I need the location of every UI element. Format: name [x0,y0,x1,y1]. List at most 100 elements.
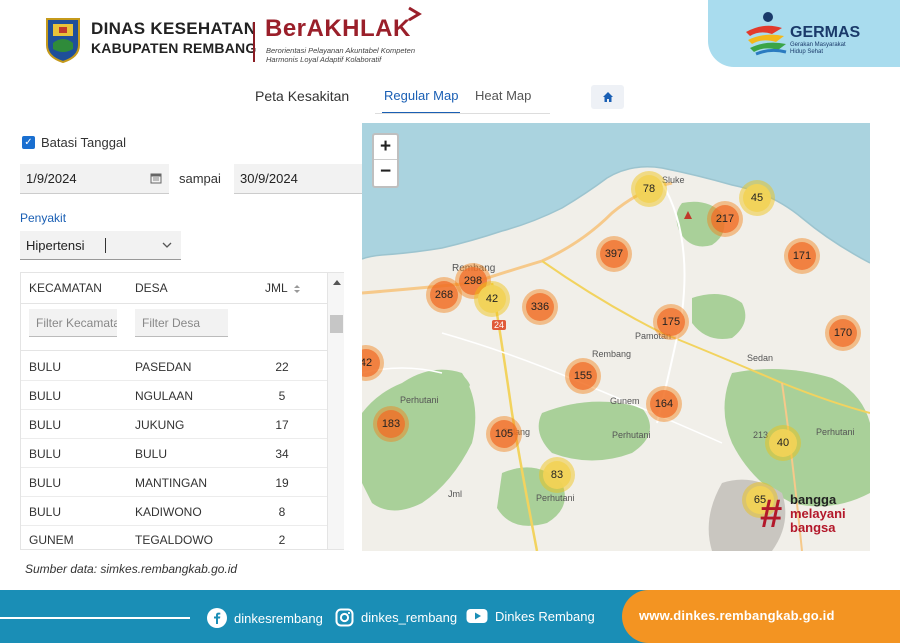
filter-desa-input[interactable]: Filter Desa [135,309,228,337]
date-limit-row[interactable]: ✓ Batasi Tanggal [22,135,126,150]
place-label: Perhutani [536,493,575,503]
map-cluster-marker[interactable]: 40 [765,425,801,461]
cluster-count: 175 [657,308,685,336]
cell-kecamatan: BULU [29,389,62,403]
org-name-line2: KABUPATEN REMBANG [91,40,257,56]
sort-icon[interactable] [293,284,301,294]
org-name-line1: DINAS KESEHATAN [91,19,257,38]
date-to-value: 30/9/2024 [240,171,298,186]
penyakit-select[interactable]: Hipertensi [20,231,181,260]
zoom-in-button[interactable]: + [374,135,397,160]
map-cluster-marker[interactable]: 45 [739,180,775,216]
date-limit-checkbox[interactable]: ✓ [22,136,35,149]
table-scrollbar[interactable] [327,273,344,549]
cell-jml: 34 [275,447,289,461]
tab-regular-map[interactable]: Regular Map [382,84,461,114]
germas-logo-icon [746,12,787,56]
cluster-count: 171 [788,242,816,270]
map-cluster-marker[interactable]: 217 [707,201,743,237]
footer-divider-line [0,617,190,619]
instagram-icon [335,608,354,627]
data-source-note: Sumber data: simkes.rembangkab.go.id [25,562,238,576]
home-button[interactable] [591,85,624,109]
map-cluster-marker[interactable]: 175 [653,304,689,340]
map-cluster-marker[interactable]: 83 [539,457,575,493]
scroll-thumb[interactable] [330,315,343,333]
date-to-input[interactable]: 30/9/2024 [234,164,362,194]
map-cluster-marker[interactable]: 155 [565,358,601,394]
column-header-kecamatan[interactable]: KECAMATAN [29,273,102,303]
map-cluster-marker[interactable]: 171 [784,238,820,274]
berakhlak-tagline-2: Harmonis Loyal Adaptif Kolaboratif [266,55,382,64]
place-label: Jml [448,489,462,499]
penyakit-label: Penyakit [20,211,67,225]
table-row[interactable]: BULU JUKUNG 17 [21,410,327,439]
map-cluster-marker[interactable]: 42 [474,281,510,317]
place-label: Perhutani [816,427,855,437]
map-cluster-marker[interactable]: 183 [373,406,409,442]
cluster-count: 336 [526,293,554,321]
date-from-value: 1/9/2024 [26,171,77,186]
cell-desa: MANTINGAN [135,476,207,490]
place-label: Gunem [610,396,640,406]
youtube-link[interactable]: Dinkes Rembang [466,608,595,624]
map-cluster-marker[interactable]: 164 [646,386,682,422]
column-header-jml-label: JML [265,281,288,295]
cell-desa: JUKUNG [135,418,185,432]
map-cluster-marker[interactable]: 268 [426,277,462,313]
facebook-icon [207,608,227,628]
regular-map[interactable]: Sluke Rembang Pamotan Sedan Rembang Sula… [362,123,870,551]
table-row[interactable]: BULU MANTINGAN 19 [21,468,327,497]
calendar-icon[interactable] [150,172,162,184]
cell-jml: 5 [278,389,286,403]
facebook-link[interactable]: dinkesrembang [207,608,323,628]
map-cluster-marker[interactable]: 170 [825,315,861,351]
cell-desa: PASEDAN [135,360,192,374]
youtube-icon [466,609,488,623]
tab-heat-map[interactable]: Heat Map [475,84,531,114]
bangga-melayani-bangsa-logo: # bangga melayani bangsa [760,491,865,541]
table-row[interactable]: BULU PASEDAN 22 [21,352,327,381]
cluster-count: 105 [490,420,518,448]
youtube-channel: Dinkes Rembang [495,608,595,624]
cluster-count: 45 [743,184,771,212]
map-cluster-marker[interactable]: 78 [631,171,667,207]
page: DINAS KESEHATAN KABUPATEN REMBANG BerAKH… [0,0,900,643]
bangga-line3: bangsa [790,520,836,535]
website-url-link[interactable]: www.dinkes.rembangkab.go.id [639,608,835,623]
cell-jml: 17 [275,418,289,432]
cell-jml: 19 [275,476,289,490]
scroll-up-arrow-icon[interactable] [333,280,341,285]
cluster-count: 217 [711,205,739,233]
cell-desa: NGULAAN [135,389,194,403]
map-base-layer [362,123,870,551]
cluster-count: 268 [430,281,458,309]
column-header-desa[interactable]: DESA [135,273,168,303]
table-row[interactable]: BULU BULU 34 [21,439,327,468]
cluster-count: 164 [650,390,678,418]
cell-desa: BULU [135,447,168,461]
map-cluster-marker[interactable]: 397 [596,236,632,272]
cell-desa: TEGALDOWO [135,533,214,547]
place-label: Rembang [592,349,632,359]
date-from-input[interactable]: 1/9/2024 [20,164,169,194]
cluster-count: 78 [635,175,663,203]
date-range-separator: sampai [179,171,221,186]
date-limit-label: Batasi Tanggal [41,135,127,150]
berakhlak-tagline-1: Berorientasi Pelayanan Akuntabel Kompete… [266,46,415,55]
map-cluster-marker[interactable]: 336 [522,289,558,325]
filter-divider-line [21,350,327,351]
cell-jml: 2 [278,533,286,547]
table-row[interactable]: BULU KADIWONO 8 [21,497,327,526]
cell-kecamatan: BULU [29,447,62,461]
cell-kecamatan: BULU [29,476,62,490]
bangga-line2: melayani [790,506,846,521]
facebook-handle: dinkesrembang [234,610,323,626]
filter-kecamatan-input[interactable]: Filter Kecamatan [29,309,117,337]
column-header-jml[interactable]: JML [265,273,301,303]
table-row[interactable]: BULU NGULAAN 5 [21,381,327,410]
instagram-link[interactable]: dinkes_rembang [335,608,457,627]
table-row[interactable]: GUNEM TEGALDOWO 2 [21,525,327,549]
map-cluster-marker[interactable]: 105 [486,416,522,452]
zoom-out-button[interactable]: − [374,160,397,185]
